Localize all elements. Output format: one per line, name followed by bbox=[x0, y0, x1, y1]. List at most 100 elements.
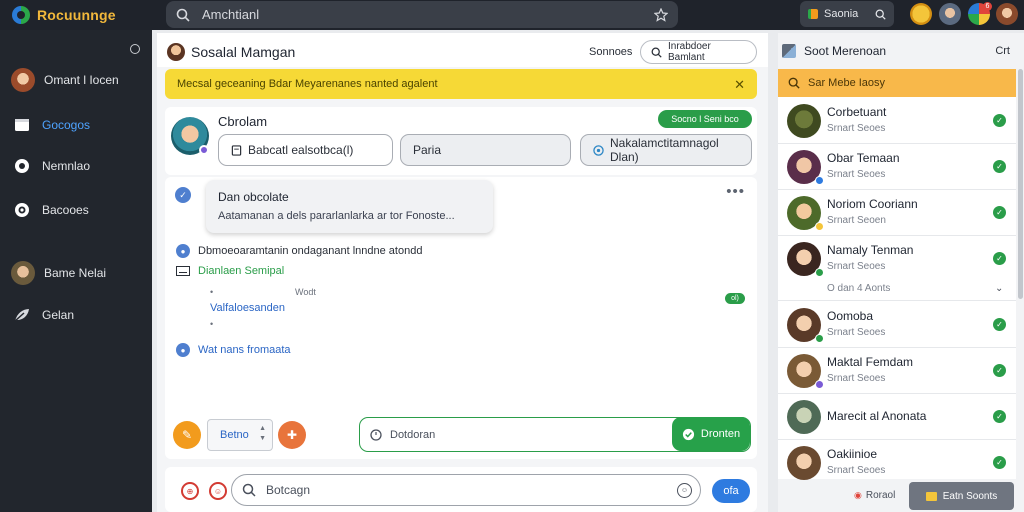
search-icon bbox=[651, 47, 662, 58]
status-badge bbox=[815, 222, 824, 231]
contact-item[interactable]: Oomoba Srnart Seoes ✓ bbox=[778, 303, 1016, 348]
header-link[interactable]: Sonnoes bbox=[589, 46, 632, 58]
star-icon[interactable] bbox=[654, 7, 668, 22]
sidebar-item-bame-nelai[interactable]: Bame Nelai bbox=[11, 261, 106, 285]
bullet-icon: • bbox=[210, 287, 214, 297]
emoji-icon[interactable]: ☺ bbox=[677, 483, 692, 498]
header-action-button[interactable]: Inrabdoer Bamlant bbox=[640, 40, 757, 64]
user-avatar[interactable] bbox=[939, 3, 961, 25]
contact-name: Corbetuant bbox=[827, 105, 887, 119]
profile-field-1[interactable]: Babcatl ealsotbca(l) bbox=[218, 134, 393, 166]
message-input[interactable]: Dotdoran Dronten bbox=[359, 417, 751, 452]
message-line-text[interactable]: Dianlaen Semipal bbox=[198, 265, 284, 277]
avatar bbox=[11, 68, 35, 92]
search-icon[interactable] bbox=[875, 9, 886, 20]
global-search[interactable]: Amchtianl bbox=[166, 1, 678, 28]
compose-send-button[interactable]: ofa bbox=[712, 479, 750, 503]
check-icon: ✓ bbox=[993, 252, 1006, 265]
sidebar-item-label: Bame Nelai bbox=[44, 266, 107, 280]
brand-logo-icon bbox=[12, 6, 30, 24]
attach-icon[interactable]: ⊕ bbox=[181, 482, 199, 500]
sidebar-item-bacooes[interactable]: Bacooes bbox=[11, 199, 89, 221]
contact-item[interactable]: Oakiinioe Srnart Seoes ✓ bbox=[778, 441, 1016, 486]
profile-field-2[interactable]: Paria bbox=[400, 134, 571, 166]
contact-name: Oomoba bbox=[827, 309, 874, 323]
brand[interactable]: Rocuunnge bbox=[12, 6, 116, 24]
footer-link-label: Roraol bbox=[865, 490, 896, 501]
header-action-label: Inrabdoer Bamlant bbox=[668, 41, 711, 63]
contact-name: Noriom Cooriann bbox=[827, 197, 918, 211]
sticker-icon[interactable]: ☺ bbox=[209, 482, 227, 500]
profile-card: Cbrolam Socno l Seni bco Babcatl ealsotb… bbox=[165, 107, 757, 175]
workspace-chip[interactable]: Saonia bbox=[800, 1, 894, 27]
close-icon[interactable]: ✕ bbox=[734, 77, 745, 93]
chevron-down-icon[interactable]: ⌄ bbox=[995, 283, 1003, 294]
contact-item[interactable]: Noriom Cooriann Srnart Seoen ✓ bbox=[778, 191, 1016, 236]
contact-name: Namaly Tenman bbox=[827, 243, 914, 257]
stepper-arrows-icon[interactable]: ▲ ▼ bbox=[259, 424, 266, 444]
profile-avatar[interactable] bbox=[996, 3, 1018, 25]
contact-item[interactable]: Maktal Femdam Srnart Seoes ✓ bbox=[778, 349, 1016, 394]
more-options-icon[interactable]: ••• bbox=[726, 183, 745, 200]
message-dot: • bbox=[210, 319, 213, 329]
contact-item[interactable]: Namaly Tenman Srnart Seoes ✓ O dan 4 Aon… bbox=[778, 237, 1016, 301]
footer-button[interactable]: Eatn Soonts bbox=[909, 482, 1014, 510]
contact-item[interactable]: Marecit al Anonata ✓ bbox=[778, 395, 1016, 440]
contact-sub: Srnart Seoes bbox=[827, 169, 886, 180]
message-line-text: Dbmoeoaramtanin ondaganant lnndne atondd bbox=[198, 245, 423, 257]
avatar bbox=[787, 400, 821, 434]
message-line-text[interactable]: Valfaloesanden bbox=[210, 302, 285, 314]
message-line: Wodt bbox=[295, 287, 316, 297]
main-panel: Sosalal Mamgan Sonnoes Inrabdoer Bamlant… bbox=[157, 33, 768, 512]
profile-field-3[interactable]: Nakalamctitamnagol Dlan) bbox=[580, 134, 752, 166]
contact-sub: Srnart Seoes bbox=[827, 123, 886, 134]
avatar bbox=[787, 104, 821, 138]
right-panel-action[interactable]: Crt bbox=[995, 45, 1010, 57]
scrollbar[interactable] bbox=[1018, 69, 1023, 299]
quantity-stepper[interactable]: Betno ▲ ▼ bbox=[207, 419, 273, 451]
pin-icon: ● bbox=[176, 343, 190, 357]
document-icon bbox=[231, 144, 242, 156]
bubble-title: Dan obcolate bbox=[218, 190, 289, 204]
contact-list-subheader[interactable]: Sar Mebe Iaosy bbox=[778, 69, 1016, 97]
send-button-label: Dronten bbox=[700, 428, 741, 440]
status-pill[interactable]: Socno l Seni bco bbox=[658, 110, 752, 128]
search-icon bbox=[176, 8, 190, 22]
sidebar-item-nemnlao[interactable]: Nemnlao bbox=[11, 155, 90, 177]
contact-item[interactable]: Obar Temaan Srnart Seoes ✓ bbox=[778, 145, 1016, 190]
sidebar-item-profile[interactable]: Omant l Iocen bbox=[11, 68, 119, 92]
right-panel-header: Soot Merenoan Crt bbox=[778, 33, 1024, 69]
message-dot: • bbox=[210, 287, 213, 297]
search-icon bbox=[242, 483, 256, 497]
contact-sub: Srnart Seoes bbox=[827, 261, 886, 272]
subheader-text: Sar Mebe Iaosy bbox=[808, 77, 886, 89]
workspace-chip-label: Saonia bbox=[824, 8, 859, 20]
sidebar-item-gocogos[interactable]: Gocogos bbox=[11, 114, 90, 136]
profile-field-2-label: Paria bbox=[413, 143, 442, 157]
contact-extra: O dan 4 Aonts bbox=[827, 283, 891, 294]
emoji-avatar[interactable] bbox=[910, 3, 932, 25]
contact-item[interactable]: Corbetuant Srnart Seoes ✓ bbox=[778, 99, 1016, 144]
profile-name: Cbrolam bbox=[218, 114, 268, 129]
page-title: Sosalal Mamgan bbox=[191, 44, 296, 60]
check-circle-icon bbox=[682, 428, 695, 441]
avatar[interactable] bbox=[167, 43, 185, 61]
global-search-input[interactable]: Amchtianl bbox=[202, 7, 642, 22]
footer-link[interactable]: ◉ Roraol bbox=[854, 490, 895, 501]
status-badge bbox=[815, 268, 824, 277]
count-badge: ol) bbox=[725, 293, 745, 304]
compose-input[interactable]: Botcagn ☺ bbox=[231, 474, 701, 506]
image-icon bbox=[782, 44, 796, 58]
contact-sub: Srnart Seoen bbox=[827, 215, 886, 226]
message-line-text[interactable]: Wat nans fromaata bbox=[198, 344, 291, 356]
status-dot-icon[interactable] bbox=[130, 44, 140, 54]
edit-icon[interactable]: ✎ bbox=[173, 421, 201, 449]
message-bubble[interactable]: Dan obcolate Aatamanan a dels pararlanla… bbox=[206, 180, 493, 233]
send-button[interactable]: Dronten bbox=[672, 417, 750, 451]
gift-icon[interactable]: ✚ bbox=[278, 421, 306, 449]
compose-placeholder: Botcagn bbox=[266, 483, 311, 497]
brand-name: Rocuunnge bbox=[37, 7, 116, 23]
status-badge bbox=[815, 176, 824, 185]
sidebar-item-gelan[interactable]: Gelan bbox=[11, 304, 74, 326]
status-badge bbox=[815, 334, 824, 343]
